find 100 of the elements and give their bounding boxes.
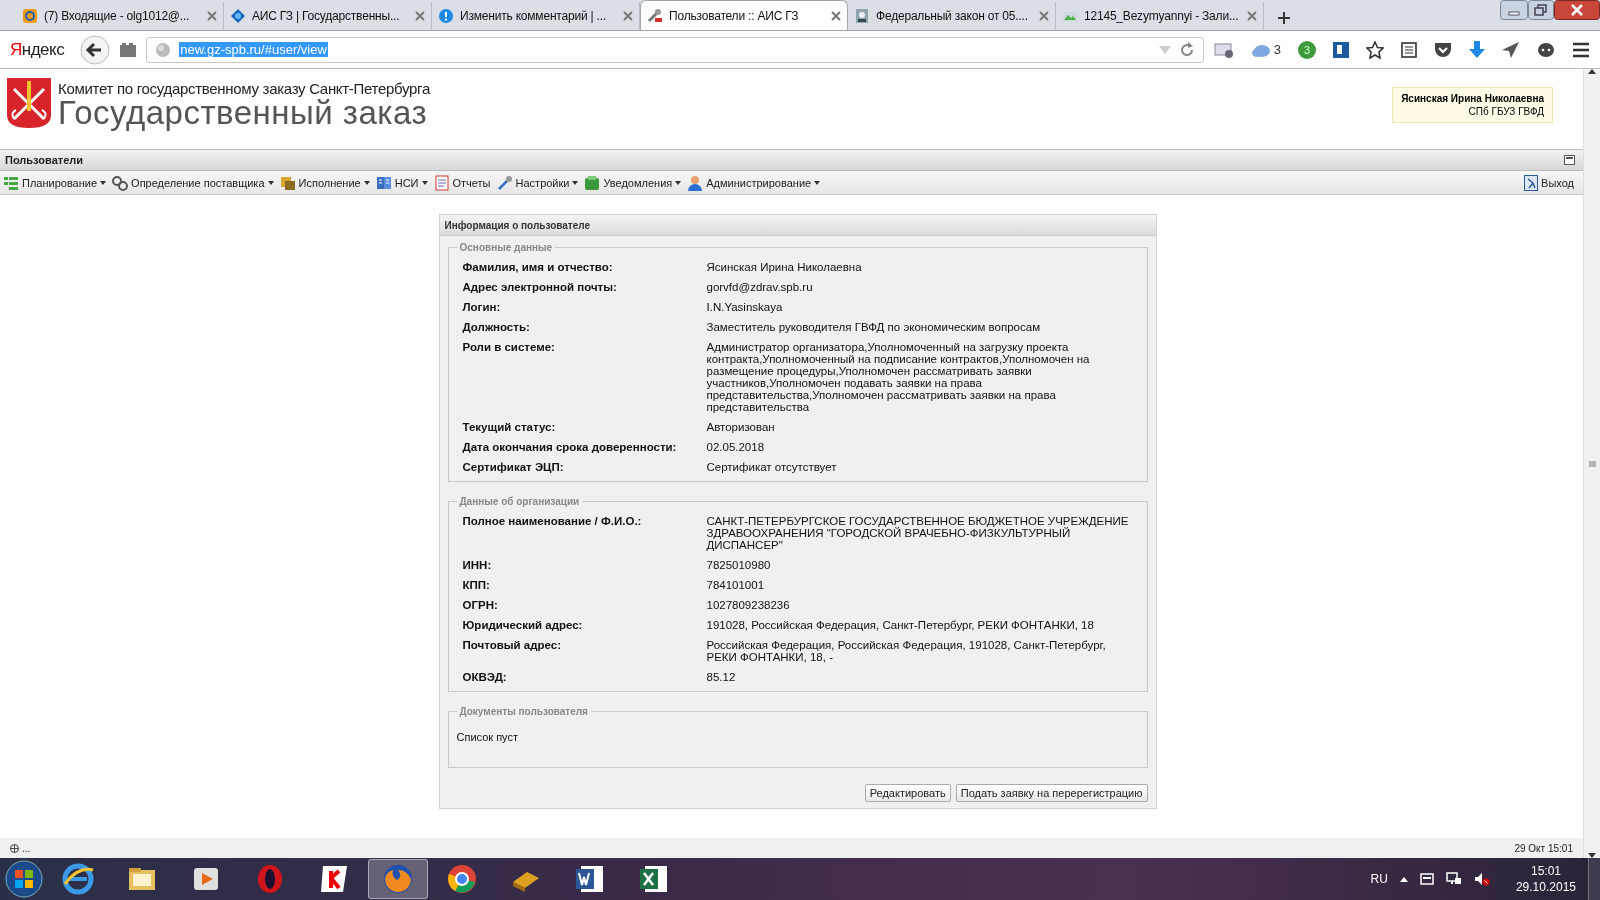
field-label: ИНН: [462, 559, 493, 571]
network-icon[interactable] [1445, 872, 1462, 886]
mail-icon[interactable] [1213, 41, 1234, 58]
star-icon[interactable] [1366, 40, 1384, 59]
field-label: КПП: [462, 579, 491, 591]
menu-item-icon [279, 174, 296, 191]
user-organization: СПб ГБУЗ ГВФД [1467, 106, 1544, 117]
empty-list-text: Список пуст [456, 731, 519, 743]
field-label: Адрес электронной почты: [462, 281, 618, 293]
app-icon [445, 862, 479, 896]
menu-item-icon [112, 174, 129, 191]
field-label: Сертификат ЭЦП: [462, 461, 565, 473]
field-label: Должность: [462, 321, 531, 333]
exit-icon [1524, 174, 1539, 191]
user-name: Ясинская Ирина Николаевна [1401, 93, 1544, 104]
clock-date[interactable]: 29.10.2015 [1515, 880, 1576, 894]
menu-item[interactable]: Исполнение [279, 174, 370, 191]
menu-item-icon [3, 174, 19, 191]
menu-item[interactable]: Уведомления [584, 174, 682, 191]
reload-icon[interactable] [1178, 41, 1195, 58]
field-value: 7825010980 [706, 559, 772, 571]
field-value: Авторизован [706, 421, 776, 433]
organization-subtitle: Комитет по государственному заказу Санкт-Петербурга [58, 80, 430, 97]
field-label: Роли в системе: [462, 341, 556, 355]
close-icon[interactable] [415, 11, 425, 21]
field-value: Ясинская Ирина Николаевна [706, 261, 863, 273]
action-button[interactable]: Редактировать [864, 784, 951, 802]
status-text: ... [22, 842, 31, 854]
new-tab-icon[interactable] [1278, 12, 1290, 24]
browser-tab[interactable]: Федеральный закон от 05.... [848, 2, 1056, 30]
speaker-muted-icon[interactable] [1473, 872, 1490, 886]
field-label: Логин: [462, 301, 502, 313]
restore-icon[interactable] [1528, 0, 1554, 20]
close-icon[interactable] [831, 10, 841, 21]
field-value: 1027809238236 [706, 599, 791, 611]
field-label: ОГРН: [462, 599, 499, 611]
browser-logo: Яндекс [10, 39, 65, 60]
globe-icon [10, 843, 19, 853]
field-value: 85.12 [706, 671, 737, 683]
panel-title: Информация о пользователе [444, 219, 591, 231]
globe-icon [155, 41, 172, 58]
url-text: new.gz-spb.ru/#user/view [179, 42, 328, 57]
close-icon[interactable] [1247, 11, 1257, 21]
browser-tab[interactable]: 12145_Bezymyannyi - Зали... [1056, 2, 1264, 30]
field-value: Заместитель руководителя ГВФД по экономическим вопросам [706, 321, 1042, 333]
close-icon[interactable] [1039, 11, 1049, 21]
section-title: Пользователи [5, 154, 83, 166]
section-legend: Основные данные [456, 242, 556, 253]
coat-of-arms-logo [6, 77, 52, 129]
cloud-count: 3 [1273, 42, 1281, 57]
list-icon[interactable] [1401, 41, 1417, 58]
field-value: САНКТ-ПЕТЕРБУРГСКОЕ ГОСУДАРСТВЕННОЕ БЮДЖЕТНОЕ УЧРЕЖДЕНИЕ ЗДРАВООХРАНЕНИЯ "ГОРОДСКОЙ ВРАЧЕБНО-ФИЗКУЛЬТУРНЫЙ ДИСПАНСЕР" [706, 515, 1130, 551]
send-icon[interactable] [1502, 41, 1520, 58]
scroll-grip-icon[interactable] [1588, 460, 1596, 467]
field-label: Полное наименование / Ф.И.О.: [462, 515, 643, 529]
start-button-icon[interactable] [4, 859, 44, 899]
exit-link[interactable]: Выход [1524, 174, 1574, 191]
browser-tab[interactable]: Изменить комментарий | ... [432, 2, 640, 30]
menu-item-icon [375, 174, 392, 191]
menu-item[interactable]: Планирование [3, 174, 107, 191]
menu-item[interactable]: Определение поставщика [112, 174, 274, 191]
language-indicator[interactable]: RU [1370, 872, 1388, 886]
menu-item-icon [496, 174, 513, 191]
field-label: Юридический адрес: [462, 619, 584, 631]
field-value: 784101001 [706, 579, 766, 591]
browser-tab[interactable]: Пользователи :: АИС ГЗ [640, 0, 848, 30]
field-label: Дата окончания срока доверенности: [462, 441, 678, 453]
close-icon[interactable] [207, 11, 217, 21]
close-icon[interactable] [623, 11, 633, 21]
field-value: Сертификат отсутствует [706, 461, 838, 473]
field-label: Фамилия, имя и отчество: [462, 261, 614, 273]
back-icon[interactable] [80, 34, 111, 65]
action-button[interactable]: Подать заявку на перерегистрацию [955, 784, 1148, 802]
menu-icon[interactable] [1572, 41, 1590, 58]
menu-item[interactable]: НСИ [375, 174, 428, 191]
pocket-icon[interactable] [1434, 41, 1452, 58]
maximize-icon[interactable] [1564, 155, 1575, 165]
browser-tab[interactable]: (7) Входящие - olg1012@... [16, 2, 224, 30]
menu-item[interactable]: Администрирование [687, 174, 821, 191]
close-window-icon[interactable] [1554, 0, 1600, 20]
menu-item[interactable]: Настройки [496, 174, 579, 191]
field-label: ОКВЭД: [462, 671, 508, 683]
clock-time[interactable]: 15:01 [1530, 864, 1561, 878]
site-title: Государственный заказ [58, 97, 428, 129]
section-legend: Документы пользователя [456, 706, 591, 717]
field-label: Почтовый адрес: [462, 639, 563, 653]
extension-icon[interactable] [1333, 41, 1349, 58]
status-clock: 29 Окт 15:01 [1514, 842, 1573, 854]
field-value: Российская Федерация, Российская Федерация, 191028, Санкт-Петербург, РЕКИ ФОНТАНКИ, 18, - [706, 639, 1107, 663]
tray-arrow-icon[interactable] [1399, 876, 1408, 882]
field-label: Текущий статус: [462, 421, 557, 433]
field-value: 02.05.2018 [706, 441, 766, 453]
field-value: 191028, Российская Федерация, Санкт-Петербург, РЕКИ ФОНТАНКИ, 18 [706, 619, 1095, 631]
download-icon[interactable] [1469, 40, 1485, 59]
minimize-icon[interactable] [1500, 0, 1528, 20]
field-value: I.N.Yasinskaya [706, 301, 784, 313]
menu-item[interactable]: Отчеты [433, 174, 491, 191]
browser-tab[interactable]: АИС ГЗ | Государственны... [224, 2, 432, 30]
field-value: gorvfd@zdrav.spb.ru [706, 281, 814, 293]
chat-icon[interactable] [1537, 41, 1555, 58]
